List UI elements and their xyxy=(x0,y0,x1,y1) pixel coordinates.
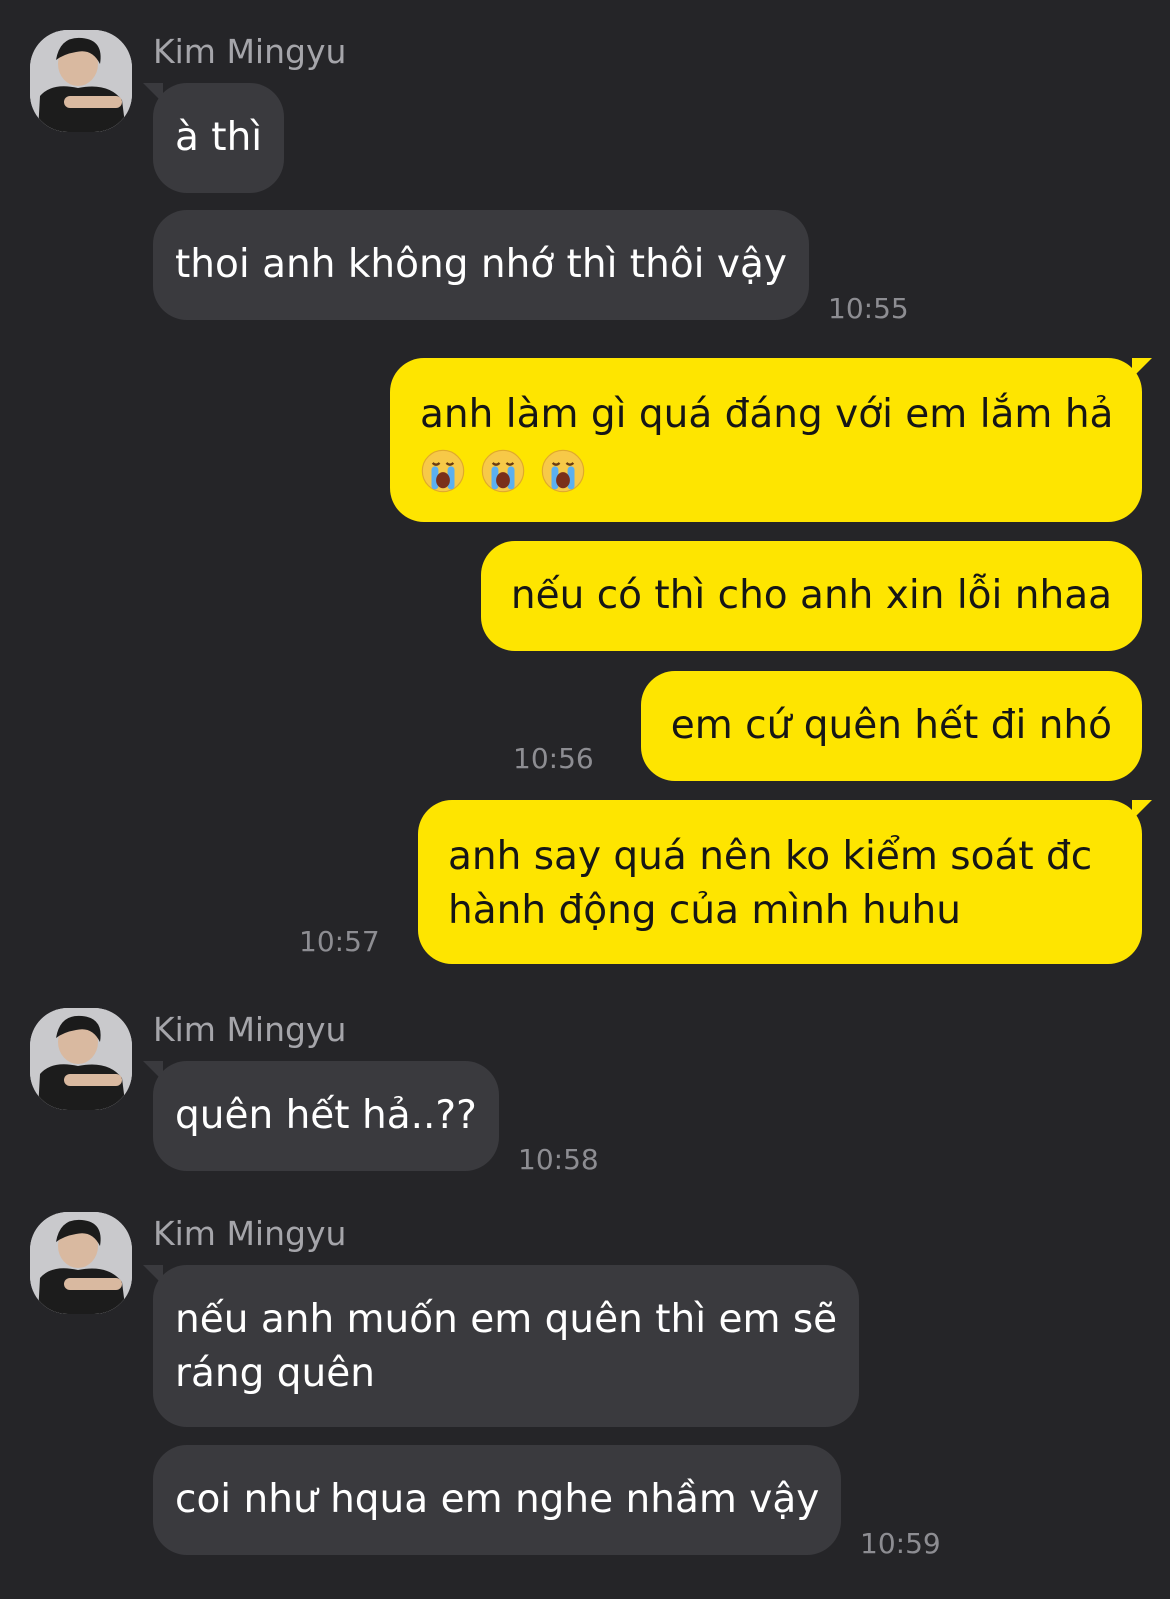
avatar-photo xyxy=(30,1008,132,1110)
timestamp: 10:58 xyxy=(518,1143,599,1176)
avatar-photo xyxy=(30,30,132,132)
timestamp: 10:56 xyxy=(513,742,594,775)
timestamp: 10:55 xyxy=(828,292,909,325)
outgoing-message[interactable]: anh làm gì quá đáng với em lắm hả xyxy=(390,358,1152,522)
timestamp: 10:57 xyxy=(299,925,380,958)
message-text-line: nếu anh muốn em quên thì em sẽ xyxy=(175,1297,838,1342)
contact-avatar[interactable] xyxy=(30,30,132,132)
emoji-row xyxy=(420,442,1112,496)
sender-name: Kim Mingyu xyxy=(153,1010,347,1049)
incoming-message[interactable]: coi như hqua em nghe nhầm vậy xyxy=(153,1445,842,1555)
incoming-message[interactable]: thoi anh không nhớ thì thôi vậy xyxy=(153,210,809,320)
crying-face-emoji xyxy=(540,448,586,494)
message-text: thoi anh không nhớ thì thôi vậy xyxy=(175,242,787,287)
outgoing-message[interactable]: nếu có thì cho anh xin lỗi nhaa xyxy=(480,541,1142,651)
sender-name: Kim Mingyu xyxy=(153,1214,347,1253)
message-text: em cứ quên hết đi nhó xyxy=(670,703,1112,748)
outgoing-message[interactable]: em cứ quên hết đi nhó xyxy=(640,671,1142,781)
message-text: quên hết hả..?? xyxy=(175,1093,477,1138)
message-text-line: hành động của mình huhu xyxy=(448,888,961,933)
crying-face-emoji xyxy=(480,448,526,494)
crying-face-emoji xyxy=(420,448,466,494)
contact-avatar[interactable] xyxy=(30,1008,132,1110)
message-text: à thì xyxy=(175,115,263,160)
contact-avatar[interactable] xyxy=(30,1212,132,1314)
avatar-photo xyxy=(30,1212,132,1314)
incoming-message[interactable]: quên hết hả..?? xyxy=(143,1061,499,1171)
message-text: nếu có thì cho anh xin lỗi nhaa xyxy=(510,573,1112,618)
outgoing-message[interactable]: anh say quá nên ko kiểm soát đc hành độn… xyxy=(418,800,1152,964)
message-text-line: ráng quên xyxy=(175,1351,375,1396)
timestamp: 10:59 xyxy=(860,1527,941,1560)
message-text: anh làm gì quá đáng với em lắm hả xyxy=(420,392,1114,437)
incoming-message[interactable]: nếu anh muốn em quên thì em sẽ ráng quên xyxy=(142,1265,860,1427)
message-text: coi như hqua em nghe nhầm vậy xyxy=(175,1477,820,1522)
incoming-message[interactable]: à thì xyxy=(142,83,285,193)
sender-name: Kim Mingyu xyxy=(153,32,347,71)
message-text-line: anh say quá nên ko kiểm soát đc xyxy=(448,834,1093,879)
